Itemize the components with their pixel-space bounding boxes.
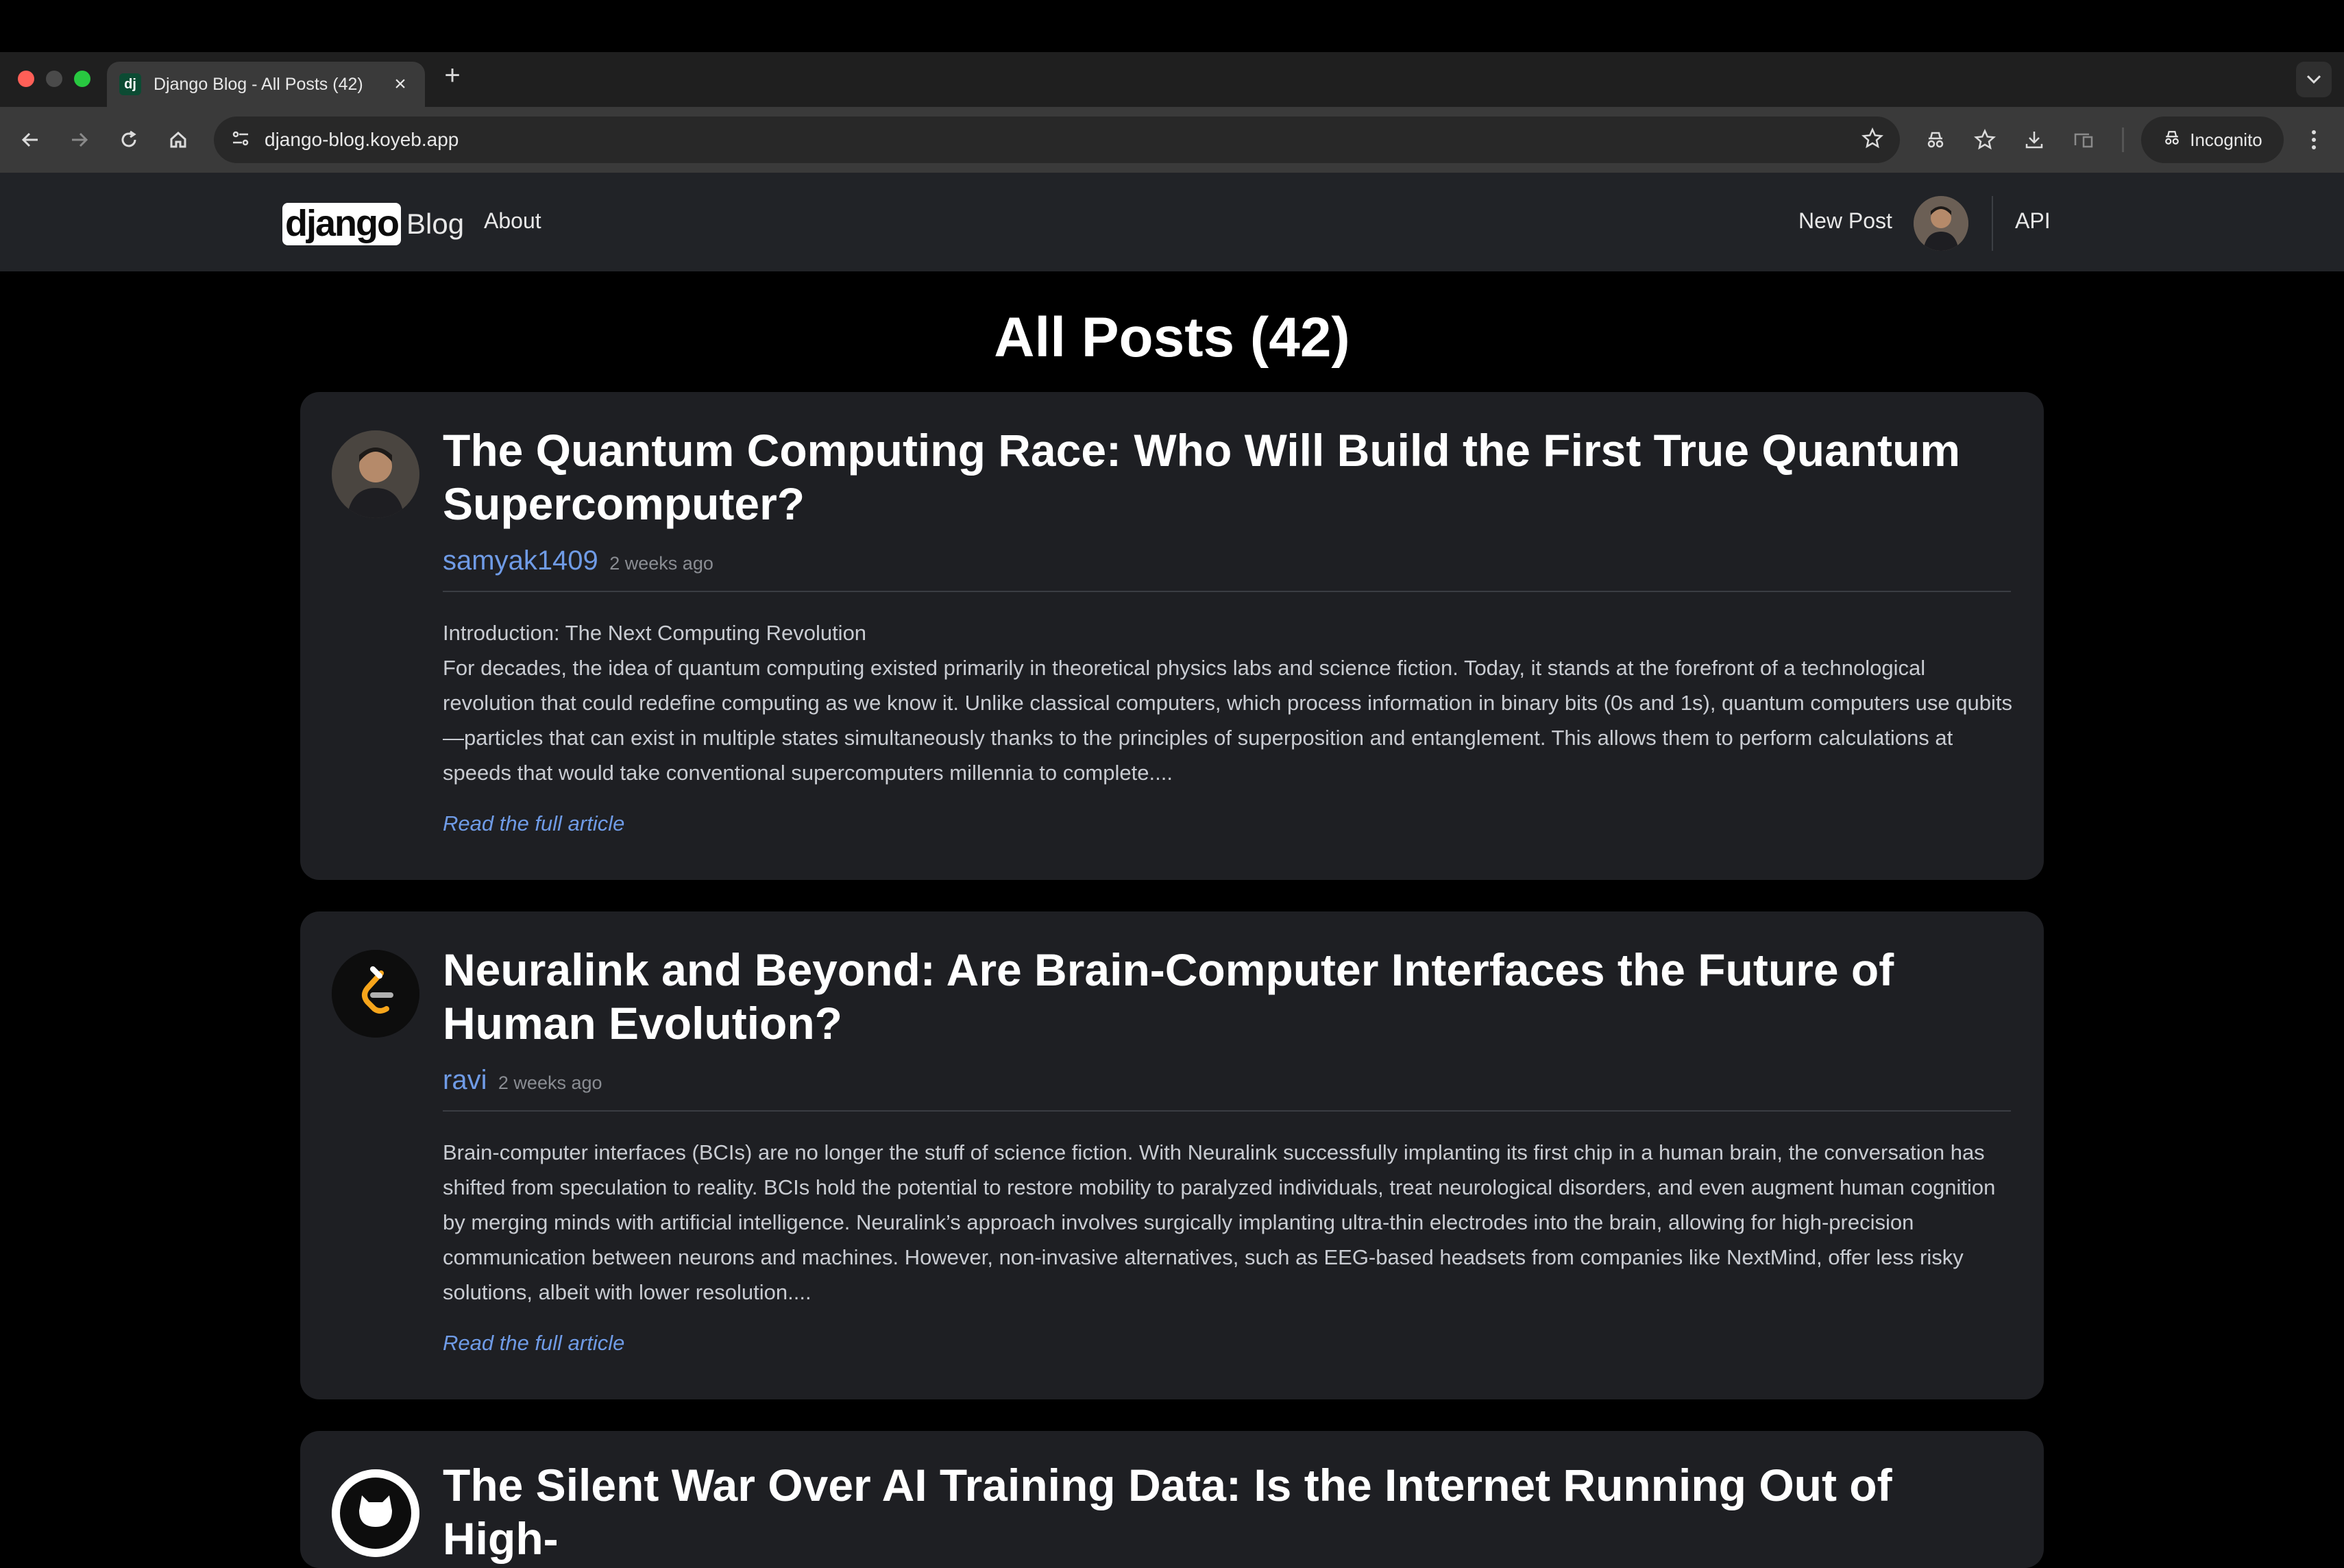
django-favicon-icon: dj xyxy=(119,73,141,95)
incognito-label: Incognito xyxy=(2190,129,2262,150)
home-icon[interactable] xyxy=(162,123,195,156)
post-title[interactable]: The Quantum Computing Race: Who Will Bui… xyxy=(443,424,1992,530)
post-card: The Quantum Computing Race: Who Will Bui… xyxy=(300,392,2044,880)
logo-blog: Blog xyxy=(406,208,465,240)
read-full-article-link[interactable]: Read the full article xyxy=(443,811,624,836)
window-top-bar xyxy=(0,0,2344,52)
post-divider xyxy=(443,591,2011,592)
browser-toolbar: django-blog.koyeb.app Incognito xyxy=(0,107,2344,173)
address-bar[interactable]: django-blog.koyeb.app xyxy=(214,117,1900,163)
site-logo[interactable]: django Blog xyxy=(282,203,464,245)
site-info-icon[interactable] xyxy=(230,128,251,152)
incognito-icon[interactable] xyxy=(1919,123,1952,156)
url-text[interactable]: django-blog.koyeb.app xyxy=(265,129,1861,151)
post-meta: ravi 2 weeks ago xyxy=(443,1065,602,1096)
reload-icon[interactable] xyxy=(112,123,145,156)
toolbar-divider xyxy=(2122,127,2124,152)
nav-new-post-link[interactable]: New Post xyxy=(1798,208,1892,234)
download-icon[interactable] xyxy=(2018,123,2051,156)
post-meta: samyak1409 2 weeks ago xyxy=(443,546,713,576)
minimize-window-button[interactable] xyxy=(46,71,62,87)
post-title[interactable]: Neuralink and Beyond: Are Brain-Computer… xyxy=(443,943,1992,1050)
author-avatar[interactable] xyxy=(332,430,419,518)
tab-strip: dj Django Blog - All Posts (42) × xyxy=(0,52,2344,107)
tab-search-icon[interactable] xyxy=(2296,62,2332,97)
tab-title: Django Blog - All Posts (42) xyxy=(154,74,363,94)
active-tab[interactable]: dj Django Blog - All Posts (42) × xyxy=(107,62,425,107)
forward-icon[interactable] xyxy=(63,123,96,156)
post-excerpt: Brain-computer interfaces (BCIs) are no … xyxy=(443,1135,2012,1310)
post-author-link[interactable]: samyak1409 xyxy=(443,546,598,576)
post-title[interactable]: The Silent War Over AI Training Data: Is… xyxy=(443,1458,1992,1565)
cast-icon[interactable] xyxy=(2067,123,2100,156)
post-date: 2 weeks ago xyxy=(498,1073,602,1093)
tab-close-icon[interactable]: × xyxy=(388,73,413,96)
page-title: All Posts (42) xyxy=(994,306,1350,369)
site-navbar: django Blog About New Post API xyxy=(0,173,2344,271)
post-card: Neuralink and Beyond: Are Brain-Computer… xyxy=(300,911,2044,1399)
window-controls xyxy=(18,71,90,87)
post-excerpt-heading: Introduction: The Next Computing Revolut… xyxy=(443,621,867,645)
user-avatar[interactable] xyxy=(1914,196,1968,251)
new-tab-button[interactable]: + xyxy=(439,62,466,89)
post-date: 2 weeks ago xyxy=(609,553,713,574)
bookmark-star-icon[interactable] xyxy=(1861,127,1883,153)
maximize-window-button[interactable] xyxy=(74,71,90,87)
author-avatar[interactable] xyxy=(332,1469,419,1557)
logo-django: django xyxy=(282,203,401,245)
post-excerpt: Introduction: The Next Computing Revolut… xyxy=(443,615,2012,790)
back-icon[interactable] xyxy=(14,123,47,156)
post-author-link[interactable]: ravi xyxy=(443,1065,487,1095)
menu-icon[interactable] xyxy=(2297,123,2330,156)
close-window-button[interactable] xyxy=(18,71,34,87)
read-full-article-link[interactable]: Read the full article xyxy=(443,1331,624,1356)
author-avatar[interactable] xyxy=(332,950,419,1038)
navbar-divider xyxy=(1992,196,1993,251)
bookmarks-icon[interactable] xyxy=(1968,123,2001,156)
incognito-badge[interactable]: Incognito xyxy=(2141,117,2284,163)
nav-api-link[interactable]: API xyxy=(2015,208,2051,234)
post-divider xyxy=(443,1110,2011,1112)
post-card: The Silent War Over AI Training Data: Is… xyxy=(300,1431,2044,1568)
nav-about-link[interactable]: About xyxy=(484,208,541,234)
incognito-badge-icon xyxy=(2162,128,2182,152)
post-excerpt-text: For decades, the idea of quantum computi… xyxy=(443,656,2012,785)
post-excerpt-text: Brain-computer interfaces (BCIs) are no … xyxy=(443,1140,1996,1304)
